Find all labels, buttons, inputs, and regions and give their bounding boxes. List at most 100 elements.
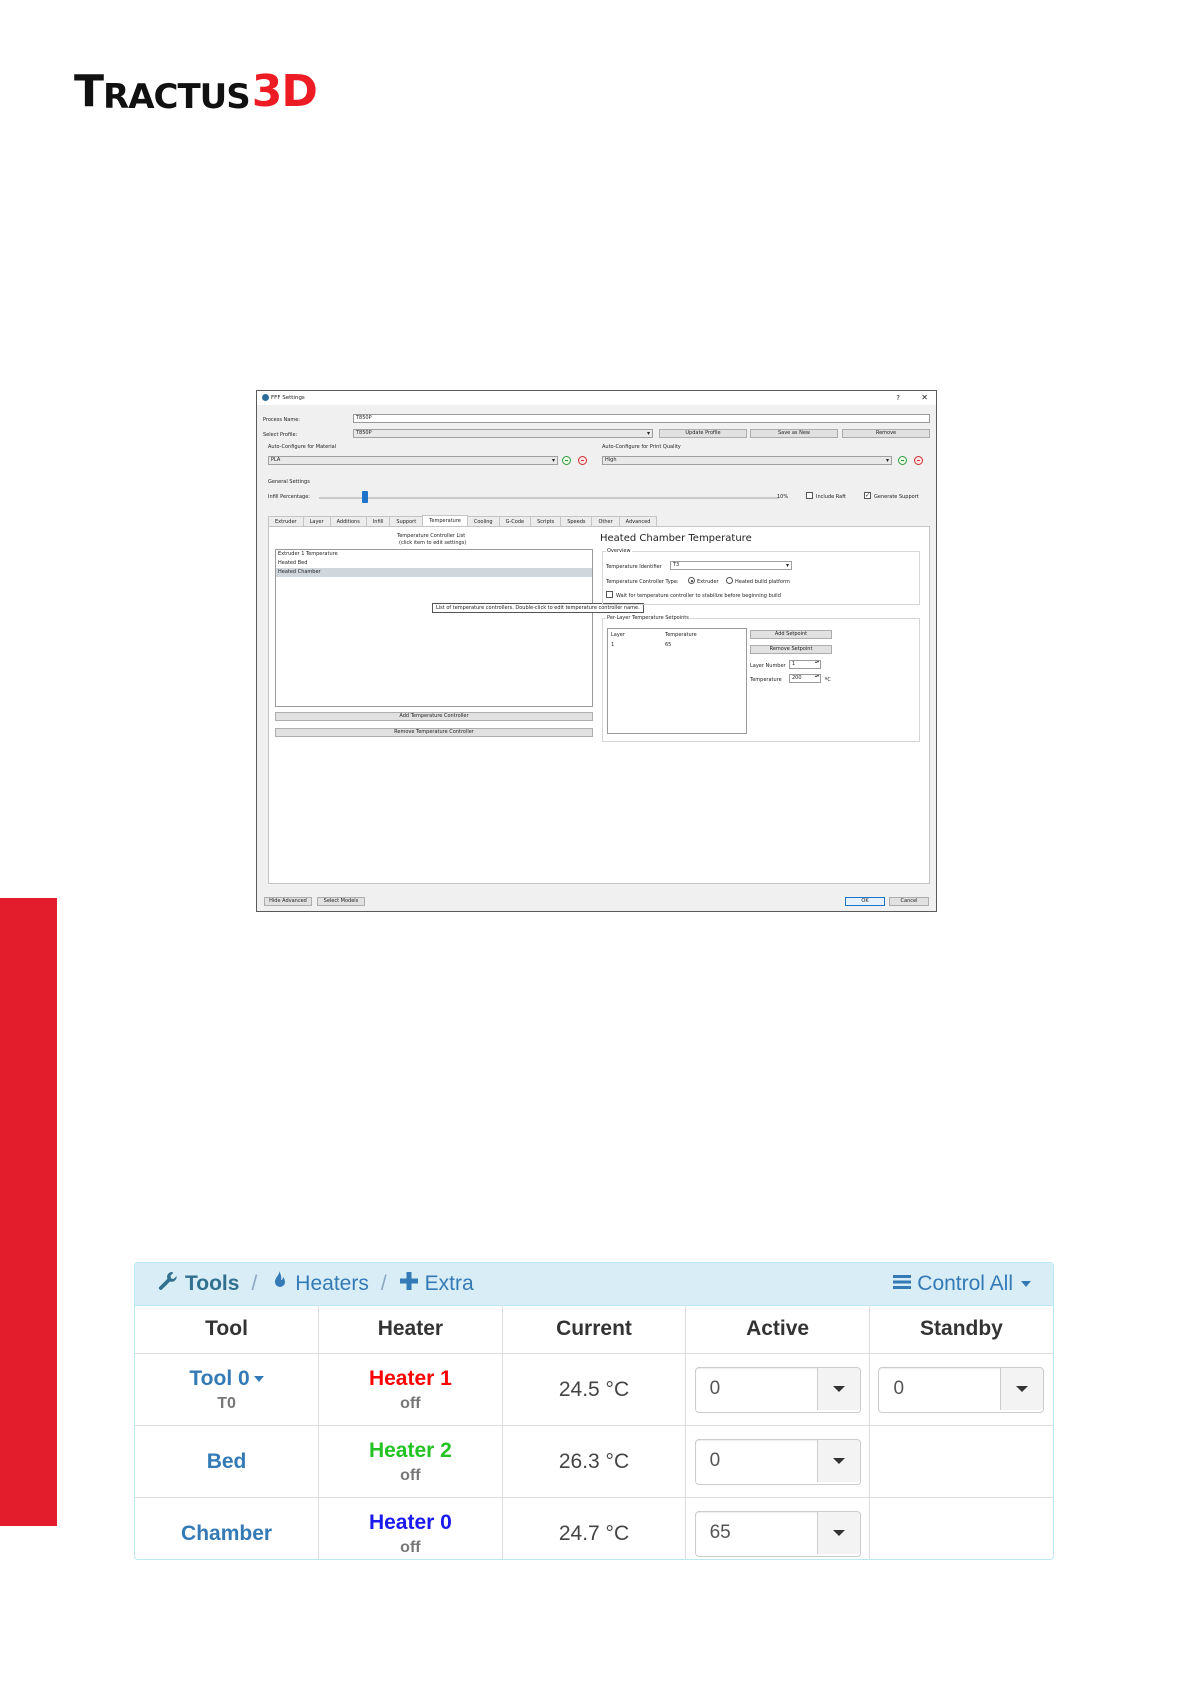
logo-word: RACTUS — [103, 77, 251, 117]
type-extruder-radio[interactable] — [688, 577, 695, 584]
active-temp-input[interactable]: 65 — [694, 1510, 861, 1557]
tab-scripts[interactable]: Scripts — [530, 516, 562, 526]
tool-name[interactable]: Bed — [136, 1450, 317, 1474]
heater-name[interactable]: Heater 1 — [320, 1367, 501, 1391]
update-profile-button[interactable]: Update Profile — [659, 429, 747, 438]
remove-quality-icon[interactable] — [914, 456, 923, 465]
active-temp-input[interactable]: 0 — [694, 1366, 861, 1413]
heater-cell[interactable]: Heater 2 off — [318, 1425, 503, 1498]
setpoint-temperature-cell[interactable]: 65 — [665, 642, 671, 648]
caret-down-icon — [253, 1375, 264, 1382]
tab-gcode[interactable]: G-Code — [498, 516, 532, 526]
control-all-label: Control All — [917, 1272, 1013, 1295]
active-cell: 65 — [685, 1497, 870, 1559]
crumb-extra[interactable]: Extra — [425, 1272, 474, 1296]
control-all-dropdown[interactable]: Control All — [893, 1263, 1031, 1305]
current-temp: 24.7 °C — [558, 1521, 630, 1545]
save-as-new-button[interactable]: Save as New — [750, 429, 838, 438]
tab-other[interactable]: Other — [591, 516, 620, 526]
active-temp-value: 0 — [709, 1377, 721, 1399]
tab-temperature[interactable]: Temperature — [422, 515, 468, 526]
add-temperature-controller-button[interactable]: Add Temperature Controller — [275, 712, 593, 721]
hide-advanced-button[interactable]: Hide Advanced — [264, 897, 312, 906]
material-select[interactable]: PLA — [268, 456, 558, 465]
setpoint-layer-cell[interactable]: 1 — [611, 642, 614, 648]
dialog-titlebar — [257, 391, 936, 405]
add-setpoint-button[interactable]: Add Setpoint — [750, 630, 832, 639]
heater-state: off — [400, 1538, 421, 1556]
tab-additions[interactable]: Additions — [329, 516, 367, 526]
process-name-input[interactable]: T850P — [353, 414, 930, 423]
layer-number-spinbox[interactable]: 1 — [789, 660, 821, 669]
tab-infill[interactable]: Infill — [365, 516, 391, 526]
dropdown-button[interactable] — [1000, 1367, 1044, 1410]
tab-extruder[interactable]: Extruder — [268, 516, 304, 526]
close-icon[interactable]: ✕ — [921, 393, 928, 402]
table-header-row: Tool Heater Current Active Standby — [135, 1305, 1053, 1354]
type-platform-radio[interactable] — [726, 577, 733, 584]
standby-cell: 0 — [868, 1353, 1053, 1426]
col-standby: Standby — [868, 1305, 1053, 1354]
dropdown-button[interactable] — [816, 1367, 860, 1410]
heaters-table: Tool Heater Current Active Standby Tool … — [135, 1305, 1053, 1559]
crumb-heaters[interactable]: Heaters — [295, 1272, 369, 1296]
active-temp-input[interactable]: 0 — [694, 1438, 861, 1485]
widget-header: Tools / Heaters / Extra Control All — [135, 1263, 1053, 1306]
infill-slider-track[interactable] — [319, 497, 779, 499]
logo-3d: 3D — [251, 66, 318, 117]
heater-name[interactable]: Heater 0 — [320, 1511, 501, 1535]
dialog-title: FFF Settings — [271, 395, 305, 401]
generate-support-checkbox[interactable]: ✓ — [864, 492, 871, 499]
tool-name[interactable]: Chamber — [136, 1522, 317, 1546]
include-raft-checkbox[interactable] — [806, 492, 813, 499]
add-quality-icon[interactable] — [898, 456, 907, 465]
quality-select[interactable]: High — [602, 456, 892, 465]
heater-name[interactable]: Heater 2 — [320, 1439, 501, 1463]
current-temp-cell: 24.5 °C — [501, 1353, 687, 1426]
current-temp: 24.5 °C — [558, 1377, 630, 1401]
profile-select[interactable]: T850P — [353, 429, 653, 438]
overview-label: Overview — [606, 548, 632, 554]
col-heater: Heater — [318, 1305, 503, 1354]
identifier-select[interactable]: T3 — [670, 561, 792, 570]
standby-temp-input[interactable]: 0 — [878, 1366, 1045, 1413]
tab-support[interactable]: Support — [389, 516, 424, 526]
temperature-spinbox[interactable]: 200 — [789, 674, 821, 683]
cancel-button[interactable]: Cancel — [889, 897, 929, 906]
list-item[interactable]: Extruder 1 Temperature — [276, 550, 592, 559]
remove-setpoint-button[interactable]: Remove Setpoint — [750, 645, 832, 654]
select-models-button[interactable]: Select Models — [317, 897, 365, 906]
infill-slider-thumb[interactable] — [362, 491, 368, 503]
wait-stabilize-checkbox[interactable] — [606, 591, 613, 598]
col-current: Current — [501, 1305, 687, 1354]
controller-settings-title: Heated Chamber Temperature — [600, 533, 752, 544]
heater-cell[interactable]: Heater 1 off — [318, 1353, 503, 1426]
tab-speeds[interactable]: Speeds — [560, 516, 593, 526]
menu-icon — [893, 1272, 912, 1296]
remove-material-icon[interactable] — [578, 456, 587, 465]
tab-layer[interactable]: Layer — [302, 516, 331, 526]
dropdown-button[interactable] — [816, 1511, 860, 1554]
add-material-icon[interactable] — [562, 456, 571, 465]
list-item[interactable]: Heated Bed — [276, 559, 592, 568]
tool-dropdown[interactable]: Tool 0 — [136, 1367, 317, 1391]
ok-button[interactable]: OK — [845, 897, 885, 906]
tab-cooling[interactable]: Cooling — [466, 516, 500, 526]
heaters-widget: Tools / Heaters / Extra Control All Tool… — [134, 1262, 1054, 1560]
tool-cell: Bed — [135, 1425, 320, 1498]
remove-profile-button[interactable]: Remove — [842, 429, 930, 438]
col-tool: Tool — [135, 1305, 320, 1354]
setpoints-label: Per-Layer Temperature Setpoints — [606, 615, 690, 621]
list-item[interactable]: Heated Chamber — [276, 568, 592, 577]
tab-advanced[interactable]: Advanced — [618, 516, 658, 526]
dropdown-button[interactable] — [816, 1439, 860, 1482]
fire-icon — [269, 1270, 289, 1298]
controller-list[interactable]: Extruder 1 Temperature Heated Bed Heated… — [275, 549, 593, 707]
help-button[interactable]: ? — [896, 394, 900, 402]
heater-cell[interactable]: Heater 0 off — [318, 1497, 503, 1559]
red-side-band — [0, 898, 57, 1526]
setpoints-table[interactable]: Layer Temperature 1 65 — [607, 628, 747, 734]
crumb-tools[interactable]: Tools — [185, 1272, 239, 1296]
heater-state: off — [400, 1466, 421, 1484]
remove-temperature-controller-button[interactable]: Remove Temperature Controller — [275, 728, 593, 737]
